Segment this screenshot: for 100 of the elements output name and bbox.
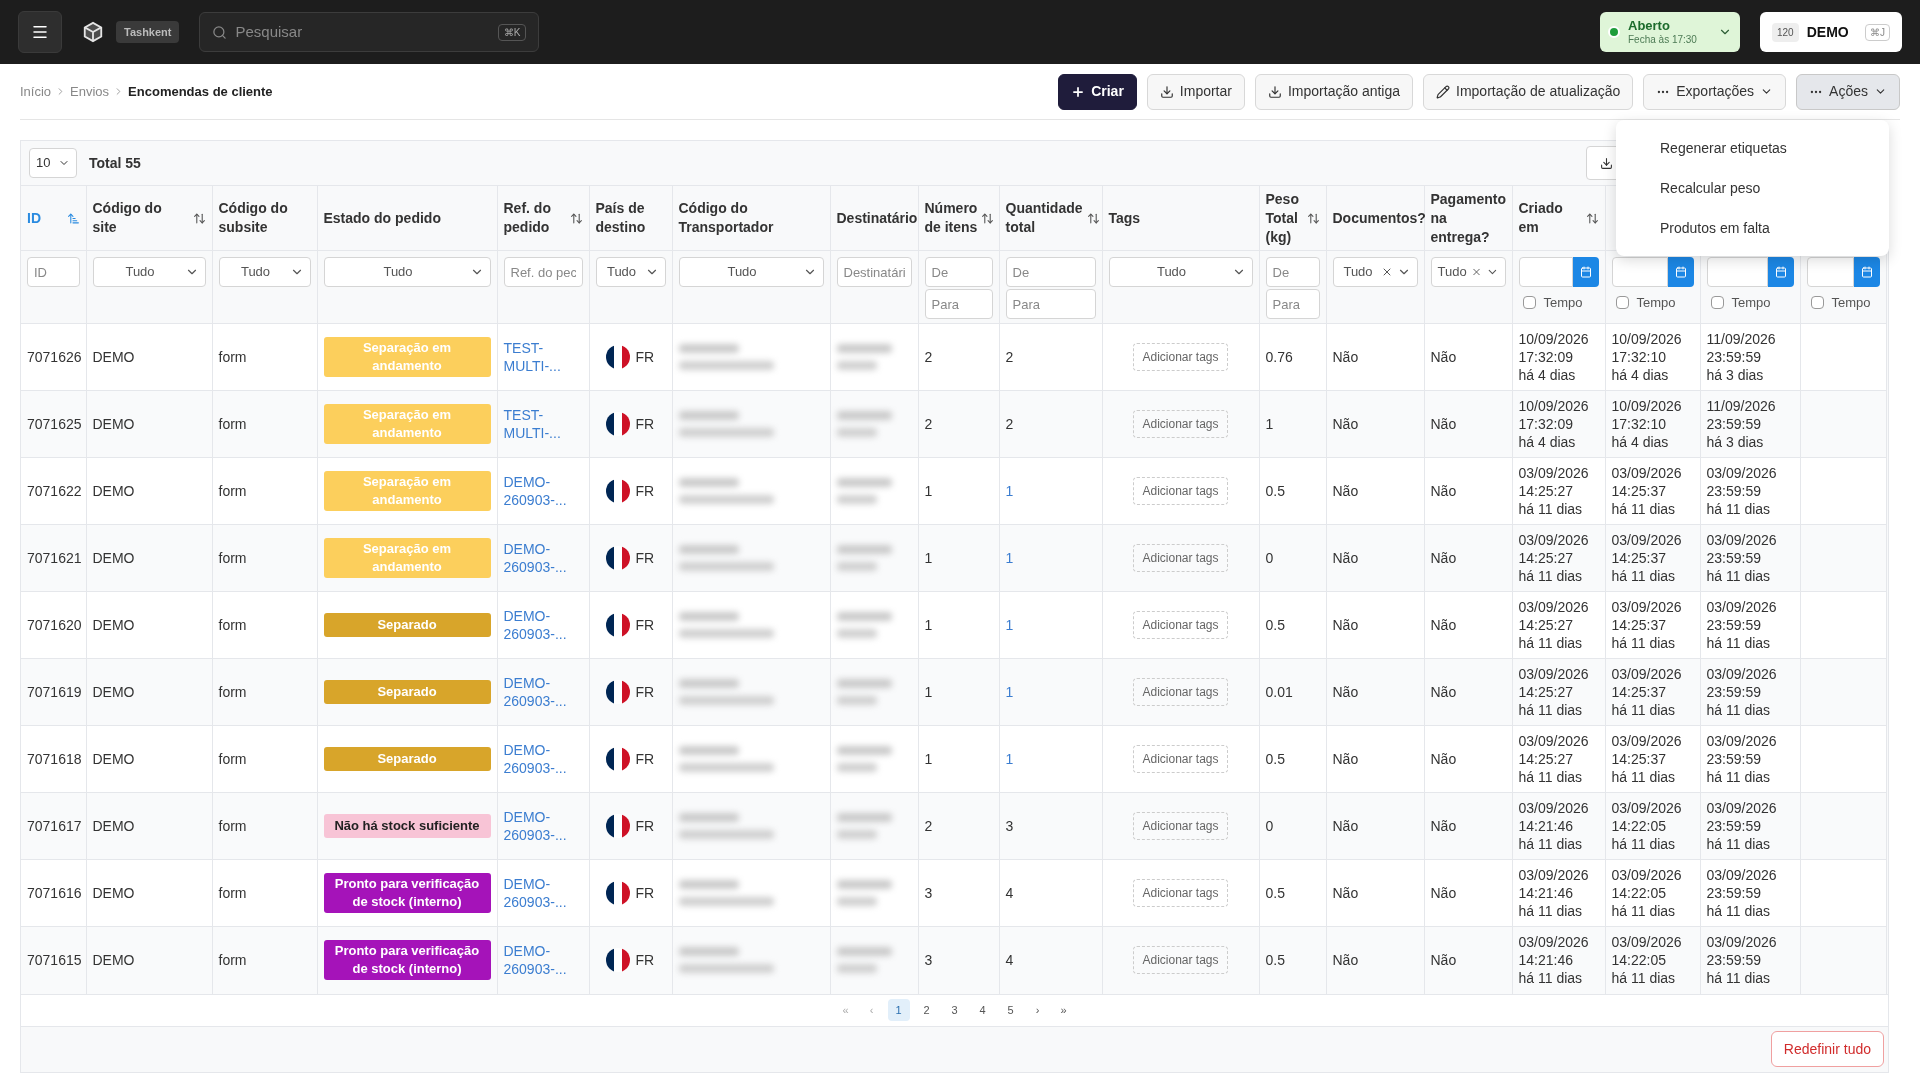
cod-cell: Não	[1430, 683, 1457, 700]
cod-cell: Não	[1430, 348, 1457, 365]
quantity-cell: 4	[1005, 884, 1014, 901]
last-page-button[interactable]: »	[1053, 1001, 1074, 1019]
filter-field[interactable]: Destinatári	[836, 257, 912, 287]
filter-select[interactable]: Tudo	[1108, 257, 1253, 287]
date-cell-text: 11/09/2026 23:59:59 há 3 dias	[1706, 330, 1777, 384]
breadcrumb-link[interactable]: Envios	[70, 81, 110, 102]
status-badge: Separado	[323, 613, 491, 637]
date-cell-text: 03/09/2026 14:25:37 há 11 dias	[1611, 665, 1683, 719]
search-field[interactable]: Pesquisar ⌘K	[199, 12, 540, 52]
range-field[interactable]: Para	[1265, 289, 1320, 319]
column-header[interactable]: Estado do pedido	[323, 208, 491, 228]
order-link[interactable]: DEMO-260903-...	[503, 741, 583, 777]
toolbar-button[interactable]: Importação antiga	[1254, 73, 1414, 110]
add-tags-button[interactable]: Adicionar tags	[1133, 544, 1228, 572]
order-link[interactable]: DEMO-260903-...	[503, 942, 583, 979]
page-button[interactable]: 4	[971, 999, 994, 1021]
column-header[interactable]: Tags	[1108, 208, 1253, 228]
weight-cell: 0	[1265, 817, 1274, 834]
filter-select[interactable]: Tudo	[678, 257, 824, 287]
toolbar-button[interactable]: Ações	[1796, 73, 1900, 110]
quantity-link[interactable]: 1	[1005, 482, 1014, 499]
toolbar-button[interactable]: Importação de atualização	[1423, 73, 1634, 110]
column-header[interactable]: Destinatário	[836, 208, 918, 228]
add-tags-button[interactable]: Adicionar tags	[1133, 946, 1228, 975]
column-header[interactable]: Criado em	[1518, 199, 1582, 237]
account-button[interactable]: 120 DEMO ⌘J	[1760, 12, 1902, 52]
menu-item[interactable]: Regenerar etiquetas	[1616, 128, 1889, 168]
add-tags-button[interactable]: Adicionar tags	[1133, 410, 1228, 438]
page-button[interactable]: 2	[915, 999, 938, 1021]
subsite-cell: form	[218, 951, 247, 968]
total-count: Total 55	[89, 153, 141, 173]
add-tags-button[interactable]: Adicionar tags	[1133, 745, 1228, 773]
next-page-button[interactable]: ›	[1027, 1001, 1048, 1019]
site-cell: DEMO	[92, 817, 135, 834]
reset-button[interactable]: Redefinir tudo	[1770, 1031, 1884, 1067]
range-field[interactable]: De	[924, 257, 993, 287]
filter-select[interactable]: Tudo	[595, 257, 666, 287]
date-cell-text: 03/09/2026 23:59:59 há 11 dias	[1706, 866, 1778, 920]
column-header[interactable]: País de destino	[595, 199, 666, 237]
shortcut-key: ⌘K	[497, 23, 527, 41]
date-cell-text: 03/09/2026 14:25:27 há 11 dias	[1518, 464, 1590, 518]
filter-field[interactable]: ID	[27, 257, 80, 287]
add-tags-button[interactable]: Adicionar tags	[1133, 812, 1228, 840]
quantity-link[interactable]: 1	[1005, 750, 1014, 767]
order-link[interactable]: DEMO-260903-...	[503, 875, 583, 911]
add-tags-button[interactable]: Adicionar tags	[1133, 678, 1228, 706]
date-cell-text: 03/09/2026 23:59:59 há 11 dias	[1706, 732, 1778, 786]
add-tags-button[interactable]: Adicionar tags	[1133, 477, 1228, 505]
order-link[interactable]: DEMO-260903-...	[503, 808, 583, 844]
column-header[interactable]: Pagamento na entrega?	[1430, 189, 1506, 247]
toolbar-button[interactable]: Criar	[1058, 73, 1137, 110]
column-header[interactable]: Código do site	[92, 199, 189, 237]
column-header[interactable]: Código do subsite	[218, 199, 311, 237]
range-field[interactable]: De	[1005, 257, 1096, 287]
status-badge: Separado	[323, 680, 491, 704]
column-header[interactable]: Ref. do pedido	[503, 199, 566, 237]
documents-cell: Não	[1332, 884, 1359, 901]
range-field[interactable]: Para	[1005, 289, 1096, 319]
add-tags-button[interactable]: Adicionar tags	[1133, 343, 1228, 371]
country-code: FR	[635, 682, 655, 702]
quantity-link[interactable]: 1	[1005, 549, 1014, 566]
filter-select[interactable]: Tudo	[323, 257, 491, 287]
quantity-link[interactable]: 1	[1005, 683, 1014, 700]
column-header[interactable]: Documentos?	[1332, 208, 1426, 228]
order-link[interactable]: TEST-MULTI-...	[503, 406, 583, 442]
date-cell-text: 03/09/2026 23:59:59 há 11 dias	[1706, 933, 1778, 988]
filter-select[interactable]: Tudo	[218, 257, 311, 287]
filter-select[interactable]: Tudo	[1332, 257, 1418, 287]
order-link[interactable]: DEMO-260903-...	[503, 674, 583, 710]
filter-select[interactable]: Tudo	[1430, 257, 1506, 287]
column-header[interactable]: Quantidade total	[1005, 199, 1083, 237]
breadcrumb-link[interactable]: Início	[20, 81, 52, 102]
toolbar-button[interactable]: Importar	[1146, 73, 1245, 110]
order-link[interactable]: DEMO-260903-...	[503, 607, 583, 643]
range-field[interactable]: De	[1265, 257, 1320, 287]
add-tags-button[interactable]: Adicionar tags	[1133, 611, 1228, 639]
page-button[interactable]: 1	[887, 999, 910, 1021]
range-field[interactable]: Para	[924, 289, 993, 319]
country-code: FR	[635, 816, 655, 836]
page-button[interactable]: 5	[999, 999, 1022, 1021]
site-cell: DEMO	[92, 884, 135, 901]
column-header[interactable]: Peso Total (kg)	[1265, 189, 1303, 247]
quantity-link[interactable]: 1	[1005, 616, 1014, 633]
store-status-button[interactable]: Aberto Fecha às 17:30	[1600, 12, 1740, 52]
order-link[interactable]: DEMO-260903-...	[503, 540, 583, 576]
menu-item[interactable]: Produtos em falta	[1616, 208, 1889, 248]
add-tags-button[interactable]: Adicionar tags	[1133, 879, 1228, 907]
cod-cell: Não	[1430, 951, 1457, 968]
page-size-select[interactable]: 10	[29, 148, 77, 178]
order-link[interactable]: DEMO-260903-...	[503, 473, 583, 509]
toolbar-button[interactable]: Exportações	[1643, 73, 1787, 110]
menu-item[interactable]: Recalcular peso	[1616, 168, 1889, 208]
filter-select[interactable]: Tudo	[92, 257, 206, 287]
column-header[interactable]: Número de itens	[924, 199, 978, 237]
date-cell-text: 03/09/2026 14:21:46 há 11 dias	[1518, 799, 1590, 853]
column-header[interactable]: Código do Transportador	[678, 199, 824, 237]
order-link[interactable]: TEST-MULTI-...	[503, 339, 583, 375]
page-button[interactable]: 3	[943, 999, 966, 1021]
